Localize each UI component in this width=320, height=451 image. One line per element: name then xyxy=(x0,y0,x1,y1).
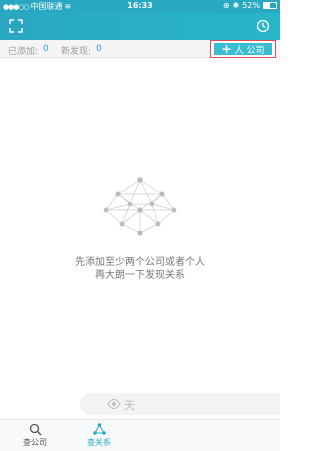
history-clock-icon[interactable] xyxy=(256,19,270,33)
added-label: 已添加: xyxy=(8,47,39,57)
battery-icon xyxy=(263,2,277,9)
add-person-company-button[interactable]: + 人 公司 xyxy=(214,42,272,56)
found-label: 新发现: xyxy=(61,47,92,57)
found-count: 0 xyxy=(96,44,102,54)
status-bar: ●●●○○ 中国联通 ≋ 16:33 ⊕ ✱ 52% xyxy=(0,0,280,13)
tab-label: 查关系 xyxy=(87,438,111,447)
search-icon xyxy=(29,423,41,436)
eye-icon xyxy=(107,398,121,410)
tab-label: 查公司 xyxy=(23,438,47,447)
add-button-label: 人 公司 xyxy=(234,45,265,56)
floating-action-bar[interactable]: 天 xyxy=(80,393,280,415)
bottom-tab-bar: 查公司 查关系 xyxy=(0,419,280,451)
toolbar: 已添加: 0 新发现: 0 + 人 公司 xyxy=(0,40,280,58)
bluetooth-icon: ✱ xyxy=(232,1,240,10)
battery-percent: 52% xyxy=(242,1,260,10)
found-stat: 新发现: 0 xyxy=(61,44,102,57)
location-icon: ⊕ xyxy=(222,1,230,10)
added-stat: 已添加: 0 xyxy=(8,44,49,57)
floating-bar-label: 天 xyxy=(124,399,135,412)
tab-search-relation[interactable]: 查关系 xyxy=(74,423,124,448)
add-highlight-box: + 人 公司 xyxy=(210,40,276,58)
scan-icon[interactable] xyxy=(9,19,23,33)
app-header xyxy=(0,13,280,40)
added-count: 0 xyxy=(43,44,49,54)
empty-hint-line2: 再大朗一下发现关系 xyxy=(95,270,185,281)
network-icon xyxy=(92,423,106,435)
plus-icon: + xyxy=(221,42,232,56)
tab-search-company[interactable]: 查公司 xyxy=(10,423,60,448)
relationship-graph-icon xyxy=(103,177,177,236)
